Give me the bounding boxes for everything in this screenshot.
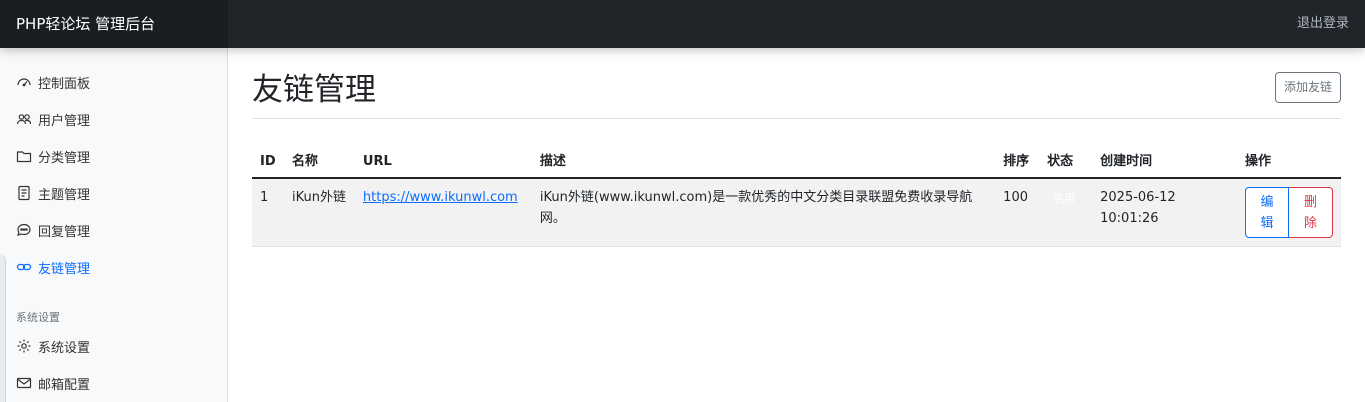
column-header-created: 创建时间 xyxy=(1092,142,1237,179)
envelope-icon xyxy=(16,377,32,389)
cell-order: 100 xyxy=(995,178,1040,247)
sidebar-item-categories[interactable]: 分类管理 xyxy=(16,145,90,167)
status-badge: 启用 xyxy=(1047,187,1082,210)
page-title: 友链管理 xyxy=(252,72,376,108)
cell-status: 启用 xyxy=(1039,178,1093,247)
column-header-name: 名称 xyxy=(283,142,355,179)
column-header-actions: 操作 xyxy=(1236,142,1341,179)
column-header-description: 描述 xyxy=(531,142,996,179)
sidebar-item-label: 用户管理 xyxy=(38,113,91,129)
sidebar-item-label: 系统设置 xyxy=(38,340,91,356)
column-header-status: 状态 xyxy=(1039,142,1093,179)
cell-name: iKun外链 xyxy=(283,178,355,247)
link-url[interactable]: https://www.ikunwl.com xyxy=(363,190,518,205)
logout-link[interactable]: 退出登录 xyxy=(1297,0,1349,48)
sidebar-item-label: 回复管理 xyxy=(38,224,91,240)
sidebar: 控制面板 用户管理 分类管理 主题管理 回复管理 友链管理 系统设置 系统设置 … xyxy=(0,48,228,402)
edit-button[interactable]: 编辑 xyxy=(1244,187,1289,238)
sidebar-item-system-settings[interactable]: 系统设置 xyxy=(16,335,90,357)
link-icon xyxy=(16,263,32,271)
sidebar-item-users[interactable]: 用户管理 xyxy=(16,108,90,130)
column-header-url: URL xyxy=(354,142,532,179)
row-actions: 编辑 删除 xyxy=(1244,187,1333,238)
table-header-row: ID 名称 URL 描述 排序 状态 创建时间 操作 xyxy=(252,142,1341,179)
add-link-button[interactable]: 添加友链 xyxy=(1274,72,1341,103)
sidebar-item-label: 控制面板 xyxy=(38,76,91,92)
table-row: 1 iKun外链 https://www.ikunwl.com iKun外链(w… xyxy=(252,178,1341,247)
sidebar-item-label: 主题管理 xyxy=(38,187,91,203)
sidebar-item-dashboard[interactable]: 控制面板 xyxy=(16,71,90,93)
sidebar-item-label: 分类管理 xyxy=(38,150,91,166)
cell-created: 2025-06-12 10:01:26 xyxy=(1092,178,1237,247)
chat-dots-icon xyxy=(17,223,31,236)
gear-icon xyxy=(17,339,31,353)
folder-icon xyxy=(16,151,32,163)
sidebar-item-links[interactable]: 友链管理 xyxy=(16,256,90,278)
column-header-id: ID xyxy=(252,142,284,179)
speedometer-icon xyxy=(17,78,31,87)
links-table: ID 名称 URL 描述 排序 状态 创建时间 操作 1 iKun外链 http… xyxy=(252,142,1341,247)
sidebar-item-replies[interactable]: 回复管理 xyxy=(16,219,90,241)
file-text-icon xyxy=(18,185,30,201)
delete-button[interactable]: 删除 xyxy=(1288,187,1333,238)
top-navbar: PHP轻论坛 管理后台 退出登录 xyxy=(0,0,1365,48)
cell-description: iKun外链(www.ikunwl.com)是一款优秀的中文分类目录联盟免费收录… xyxy=(531,178,996,247)
sidebar-item-topics[interactable]: 主题管理 xyxy=(16,182,90,204)
divider xyxy=(252,118,1341,119)
sidebar-item-label: 友链管理 xyxy=(38,261,91,277)
sidebar-item-label: 邮箱配置 xyxy=(38,377,91,393)
cell-url: https://www.ikunwl.com xyxy=(354,178,532,247)
column-header-order: 排序 xyxy=(995,142,1040,179)
brand-title[interactable]: PHP轻论坛 管理后台 xyxy=(0,0,228,48)
cell-actions: 编辑 删除 xyxy=(1236,178,1341,247)
sidebar-scroll-edge xyxy=(0,255,6,402)
people-icon xyxy=(16,114,32,125)
sidebar-section-heading: 系统设置 xyxy=(16,311,60,324)
sidebar-item-mail-config[interactable]: 邮箱配置 xyxy=(16,372,90,394)
cell-id: 1 xyxy=(252,178,284,247)
